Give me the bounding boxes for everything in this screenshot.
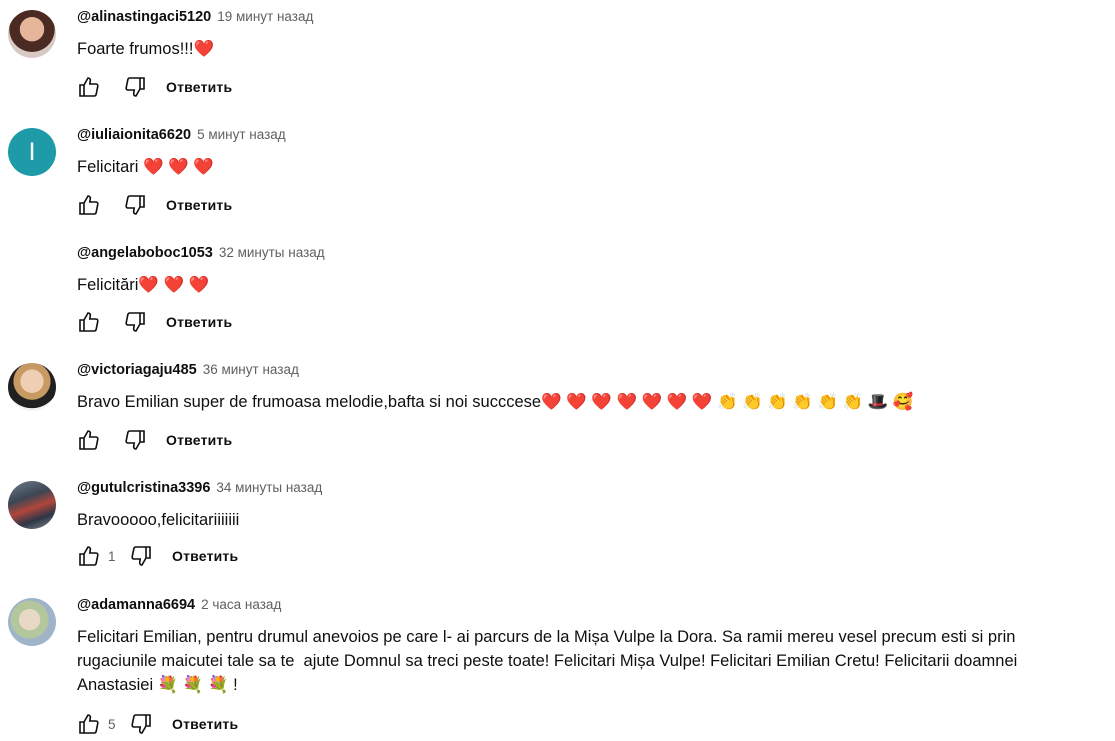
like-button[interactable] [76, 543, 102, 569]
thumbs-down-icon [125, 195, 145, 215]
like-button[interactable] [76, 427, 102, 453]
dislike-button[interactable] [122, 74, 148, 100]
thumbs-down-icon [125, 430, 145, 450]
avatar[interactable] [8, 363, 56, 411]
thumbs-up-icon [79, 77, 99, 97]
thumbs-up-icon [79, 546, 99, 566]
comment-author[interactable]: @gutulcristina3396 [77, 480, 210, 496]
dislike-button[interactable] [122, 309, 148, 335]
dislike-button[interactable] [122, 192, 148, 218]
thumbs-down-icon [131, 714, 151, 734]
comment-time[interactable]: 5 минут назад [197, 127, 286, 142]
comment-time[interactable]: 36 минут назад [203, 362, 299, 377]
comment-time[interactable]: 32 минуты назад [219, 245, 325, 260]
comment-text: Felicitari ❤️ ❤️ ❤️ [77, 158, 214, 176]
comment-time[interactable]: 2 часа назад [201, 597, 281, 612]
comment-text: Felicitări❤️ ❤️ ❤️ [77, 276, 210, 294]
like-button[interactable] [76, 309, 102, 335]
reply-button[interactable]: Ответить [166, 197, 232, 213]
avatar[interactable] [8, 10, 56, 58]
comment-time[interactable]: 34 минуты назад [216, 480, 322, 495]
avatar[interactable] [8, 481, 56, 529]
comment-text: Foarte frumos!!!❤️ [77, 40, 214, 58]
comment-text: Bravo Emilian super de frumoasa melodie,… [77, 393, 914, 411]
dislike-button[interactable] [128, 543, 154, 569]
thumbs-down-icon [125, 312, 145, 332]
like-count: 1 [108, 548, 116, 564]
thumbs-down-icon [131, 546, 151, 566]
comment-author[interactable]: @angelaboboc1053 [77, 245, 213, 261]
thumbs-up-icon [79, 195, 99, 215]
thumbs-up-icon [79, 430, 99, 450]
thumbs-up-icon [79, 312, 99, 332]
comment-author[interactable]: @victoriagaju485 [77, 362, 197, 378]
thumbs-up-icon [79, 714, 99, 734]
reply-button[interactable]: Ответить [166, 79, 232, 95]
comment-text: Felicitari Emilian, pentru drumul anevoi… [77, 628, 1021, 694]
comment-time[interactable]: 19 минут назад [217, 9, 313, 24]
comment-author[interactable]: @iuliaionita6620 [77, 127, 191, 143]
dislike-button[interactable] [122, 427, 148, 453]
avatar[interactable]: I [8, 128, 56, 176]
dislike-button[interactable] [128, 711, 154, 737]
reply-button[interactable]: Ответить [166, 432, 232, 448]
reply-button[interactable]: Ответить [166, 314, 232, 330]
comment-author[interactable]: @alinastingaci5120 [77, 9, 211, 25]
comment-author[interactable]: @adamanna6694 [77, 597, 195, 613]
thumbs-down-icon [125, 77, 145, 97]
like-button[interactable] [76, 74, 102, 100]
like-button[interactable] [76, 192, 102, 218]
reply-button[interactable]: Ответить [172, 716, 238, 732]
reply-button[interactable]: Ответить [172, 548, 238, 564]
like-count: 5 [108, 716, 116, 732]
avatar[interactable] [8, 598, 56, 646]
like-button[interactable] [76, 711, 102, 737]
comment-text: Bravooooo,felicitariiiiiii [77, 511, 240, 529]
